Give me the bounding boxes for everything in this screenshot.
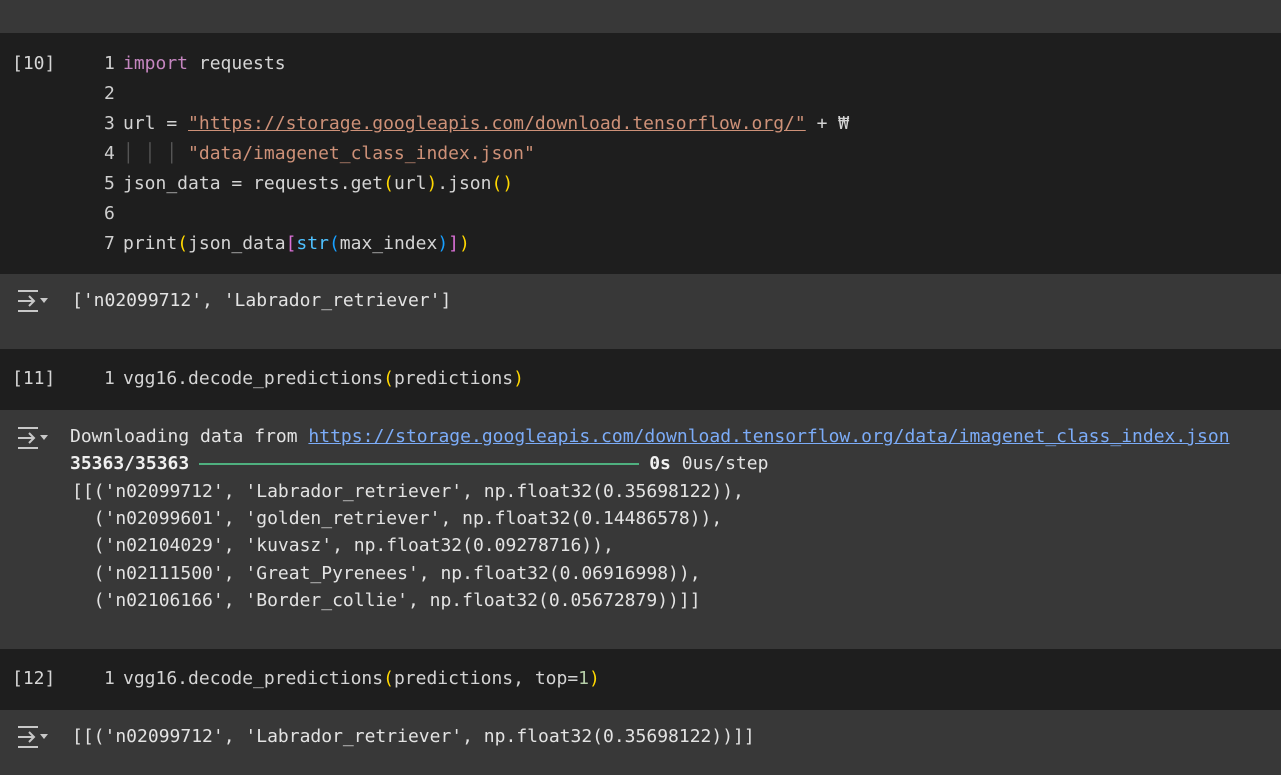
paren: ( [383, 173, 394, 194]
progress-time: 0s [649, 453, 671, 474]
code-line-5[interactable]: 5 json_data = requests.get(url).json() [104, 169, 513, 199]
progress-rate: 0us/step [670, 453, 769, 474]
code-text: requests [188, 53, 286, 74]
code-text: max_index [339, 233, 438, 254]
execution-count: [12] [12, 668, 56, 689]
line-number: 7 [104, 233, 115, 254]
code-line-6[interactable]: 6 [104, 199, 123, 229]
code-text: + ₩ [805, 113, 850, 134]
paren: ) [589, 668, 600, 689]
code-cell-10[interactable]: [10] 1 import requests 2 3 url = "https://… [0, 33, 1281, 274]
progress-bar [199, 463, 640, 465]
code-text: print [123, 233, 178, 254]
download-prefix: Downloading data from [70, 426, 309, 447]
execution-count: [10] [12, 53, 56, 74]
line-number: 2 [104, 83, 115, 104]
progress-line: 35363/35363 0s 0us/step [70, 450, 768, 477]
bracket: [ [285, 233, 297, 254]
output-line: [[('n02099712', 'Labrador_retriever', np… [72, 481, 744, 502]
output-collapse-icon[interactable] [16, 288, 50, 314]
code-line-1[interactable]: 1 import requests [104, 49, 286, 79]
line-number: 6 [104, 203, 115, 224]
code-text: predictions [393, 368, 514, 389]
download-link[interactable]: https://storage.googleapis.com/download.… [308, 426, 1229, 447]
line-number: 1 [104, 668, 115, 689]
code-text: predictions, top= [393, 668, 579, 689]
paren: ( [383, 668, 394, 689]
code-line-2[interactable]: 2 [104, 79, 123, 109]
code-line-3[interactable]: 3 url = "https://storage.googleapis.com/d… [104, 109, 849, 139]
paren: () [491, 173, 514, 194]
line-number: 4 [104, 143, 115, 164]
notebook-page: [10] 1 import requests 2 3 url = "https://… [0, 0, 1281, 775]
number-literal: 1 [578, 668, 590, 689]
keyword: import [123, 53, 189, 74]
code-cell-12[interactable]: [12] 1 vgg16.decode_predictions(predictio… [0, 649, 1281, 710]
code-text: json_data = requests.get [123, 173, 384, 194]
line-number: 1 [104, 53, 115, 74]
output-area-11: Downloading data from https://storage.go… [0, 410, 1281, 649]
paren: ( [328, 233, 340, 254]
paren: ) [437, 233, 449, 254]
code-text: url [393, 173, 427, 194]
code-cell-11[interactable]: [11] 1 vgg16.decode_predictions(predictio… [0, 349, 1281, 410]
output-collapse-icon[interactable] [16, 425, 50, 451]
output-collapse-icon[interactable] [16, 724, 50, 750]
builtin: str [296, 233, 329, 254]
code-text: .json [437, 173, 492, 194]
paren: ) [459, 233, 470, 254]
output-line: ('n02104029', 'kuvasz', np.float32(0.092… [72, 535, 614, 556]
code-line-4[interactable]: 4 │ │ │ "data/imagenet_class_index.json" [104, 139, 535, 169]
code-line-1[interactable]: 1 vgg16.decode_predictions(predictions, t… [104, 664, 600, 694]
line-number: 5 [104, 173, 115, 194]
line-number: 3 [104, 113, 115, 134]
code-text: vgg16.decode_predictions [123, 368, 384, 389]
previous-cell-strip [0, 0, 1281, 33]
paren: ) [513, 368, 524, 389]
paren: ) [426, 173, 438, 194]
code-text: url = [123, 113, 189, 134]
line-number: 1 [104, 368, 115, 389]
output-text: ['n02099712', 'Labrador_retriever'] [72, 290, 452, 311]
execution-count: [11] [12, 368, 56, 389]
indent-guides: │ │ │ [123, 143, 189, 164]
output-line: ('n02111500', 'Great_Pyrenees', np.float… [72, 563, 701, 584]
output-area-10: ['n02099712', 'Labrador_retriever'] [0, 274, 1281, 349]
output-line: ('n02099601', 'golden_retriever', np.flo… [72, 508, 723, 529]
code-line-7[interactable]: 7 print(json_data[str(max_index)]) [104, 229, 470, 259]
code-line-1[interactable]: 1 vgg16.decode_predictions(predictions) [104, 364, 524, 394]
download-line: Downloading data from https://storage.go… [70, 423, 1230, 450]
code-text: vgg16.decode_predictions [123, 668, 384, 689]
output-line: ('n02106166', 'Border_collie', np.float3… [72, 590, 701, 611]
progress-count: 35363/35363 [70, 453, 190, 474]
output-area-12: [[('n02099712', 'Labrador_retriever', np… [0, 710, 1281, 775]
url-string[interactable]: "https://storage.googleapis.com/download… [188, 113, 806, 134]
bracket: ] [448, 233, 460, 254]
paren: ( [383, 368, 394, 389]
paren: ( [177, 233, 189, 254]
code-text: json_data [188, 233, 286, 254]
output-text: [[('n02099712', 'Labrador_retriever', np… [72, 726, 755, 747]
string-literal: "data/imagenet_class_index.json" [188, 143, 535, 164]
